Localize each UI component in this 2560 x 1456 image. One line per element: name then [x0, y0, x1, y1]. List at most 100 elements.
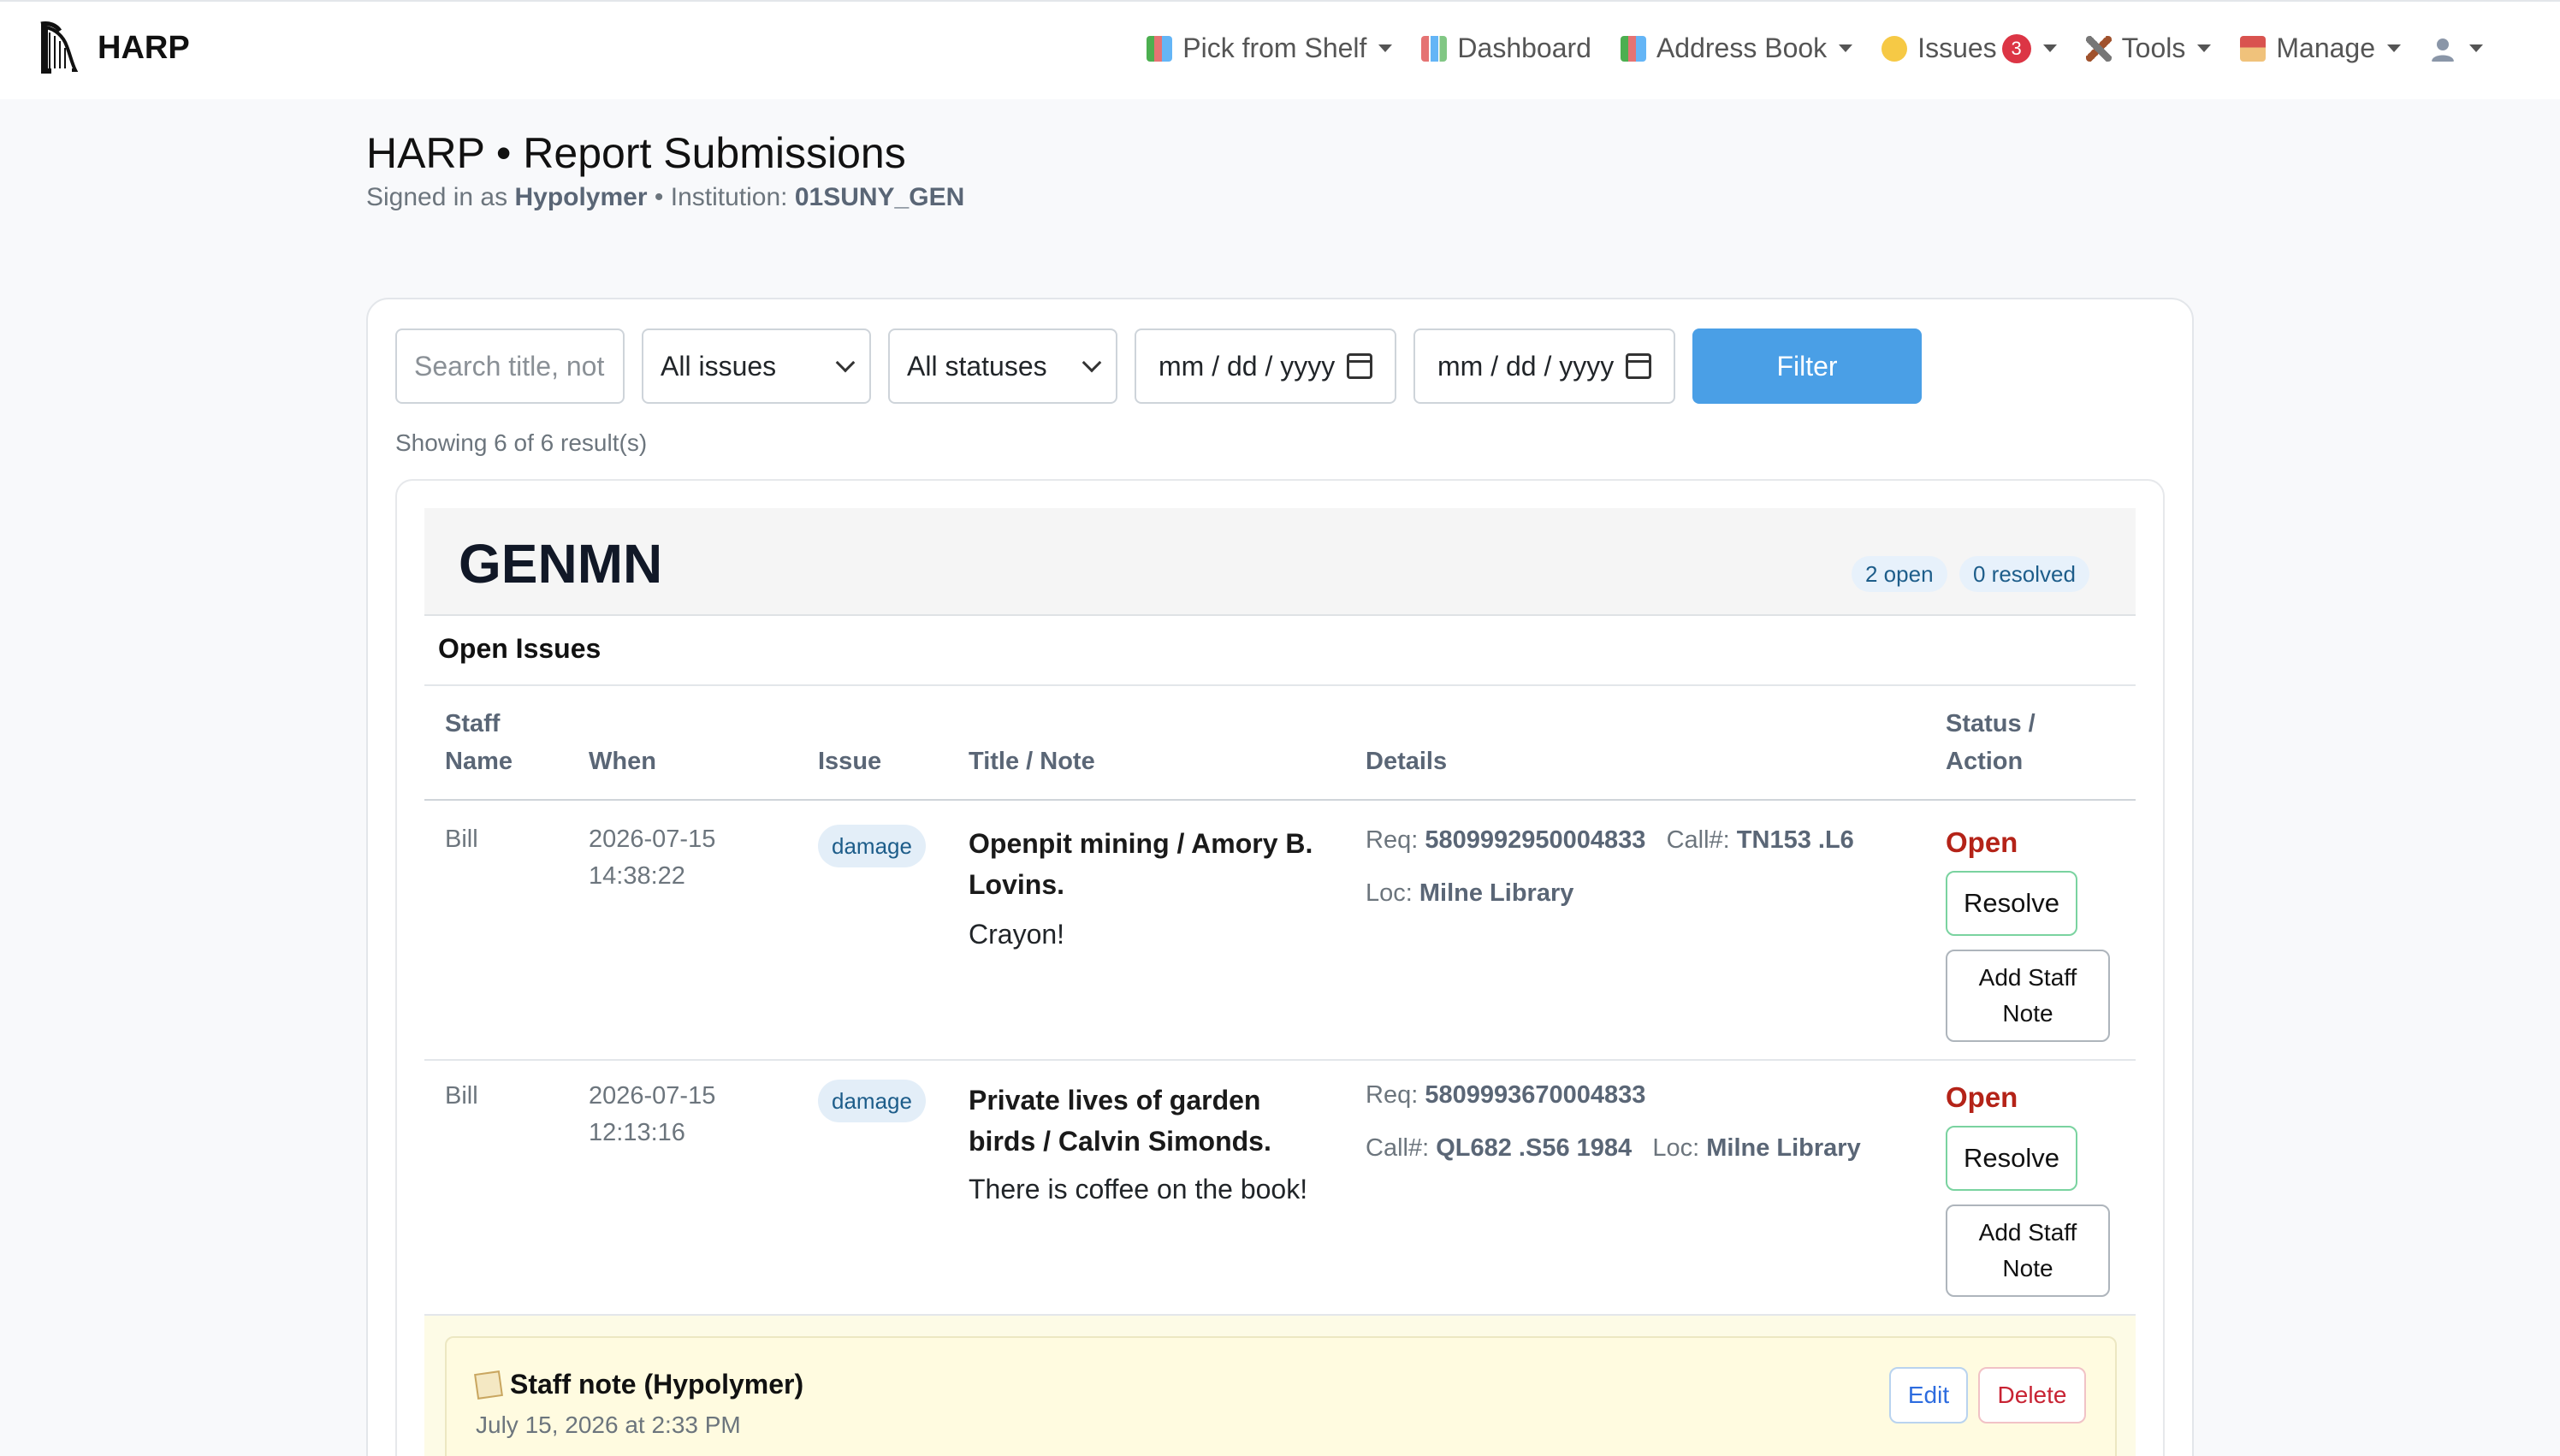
search-input[interactable]: Search title, not [395, 328, 625, 404]
row-title-line: Private lives of garden [969, 1085, 1261, 1116]
institution-group: GENMN 2 open 0 resolved Open Issues Staf… [395, 479, 2165, 1456]
col-label: Status / [1946, 710, 2036, 737]
nav-manage[interactable]: Manage [2240, 33, 2401, 64]
books-icon [1620, 35, 1646, 62]
date-to-input[interactable]: mm / dd / yyyy [1413, 328, 1675, 404]
chevron-down-icon [2042, 44, 2057, 52]
loc-label: Loc: [1652, 1134, 1700, 1162]
row-title-line: Openpit mining / Amory B. [969, 828, 1313, 859]
add-staff-note-button[interactable]: Add Staff Note [1946, 1204, 2110, 1297]
issue-tag: damage [818, 1080, 926, 1122]
issue-filter-select[interactable]: All issues [642, 328, 871, 404]
row-date: 2026-07-15 [589, 826, 716, 853]
button-label: Add Staff [1978, 1219, 2077, 1246]
col-status-action: Status / Action [1946, 705, 2036, 780]
chevron-down-icon [1081, 352, 1102, 373]
edit-note-button[interactable]: Edit [1889, 1367, 1968, 1423]
date-to-placeholder: mm / dd / yyyy [1437, 350, 1615, 382]
resolve-button[interactable]: Resolve [1946, 1126, 2077, 1191]
open-count-badge: 2 open [1852, 556, 1947, 592]
chevron-down-icon [2387, 44, 2401, 52]
books-icon [1147, 35, 1173, 62]
memo-icon [474, 1370, 503, 1400]
col-staff-name: Staff Name [445, 705, 513, 780]
row-details-line2: Call#: QL682 .S56 1984 Loc: Milne Librar… [1366, 1134, 1861, 1163]
button-label: Note [2002, 1255, 2053, 1281]
row-time: 14:38:22 [589, 862, 685, 890]
staff-note: Staff note (Hypolymer) July 15, 2026 at … [445, 1336, 2117, 1456]
nav-label: Tools [2121, 33, 2186, 63]
face-icon [1881, 35, 1908, 62]
row-note: There is coffee on the book! [969, 1174, 1308, 1204]
row-details-line2: Loc: Milne Library [1366, 879, 1573, 908]
col-details: Details [1366, 748, 1448, 775]
nav-label: Pick from Shelf [1182, 33, 1367, 63]
loc-value: Milne Library [1706, 1134, 1861, 1162]
add-staff-note-button[interactable]: Add Staff Note [1946, 950, 2110, 1042]
nav-label: Dashboard [1457, 33, 1591, 63]
status-label: Open [1946, 826, 2018, 858]
submissions-card: Search title, not All issues All statuse… [366, 298, 2194, 1456]
col-issue: Issue [818, 748, 882, 775]
signed-user: Hypolymer [514, 183, 648, 211]
nav-pick-from-shelf[interactable]: Pick from Shelf [1147, 33, 1393, 64]
req-label: Req: [1366, 1081, 1419, 1109]
divider [424, 684, 2136, 686]
section-title: Open Issues [438, 633, 601, 664]
delete-note-button[interactable]: Delete [1978, 1367, 2086, 1423]
call-value: TN153 .L6 [1736, 826, 1854, 854]
user-icon [2432, 38, 2454, 62]
date-from-input[interactable]: mm / dd / yyyy [1135, 328, 1396, 404]
staff-note-row: Staff note (Hypolymer) July 15, 2026 at … [424, 1316, 2136, 1456]
nav-user-menu[interactable] [2430, 36, 2483, 62]
nav-tools[interactable]: Tools [2085, 33, 2212, 64]
signed-sep: • [654, 183, 664, 211]
row-title-line: birds / Calvin Simonds. [969, 1126, 1271, 1157]
req-value: 5809992950004833 [1425, 826, 1646, 854]
divider [424, 799, 2136, 801]
issue-tag: damage [818, 825, 926, 867]
row-note: Crayon! [969, 919, 1065, 950]
nav-label: Manage [2276, 33, 2375, 63]
brand[interactable]: HARP [38, 21, 190, 75]
row-time: 12:13:16 [589, 1119, 685, 1146]
row-when: 2026-07-15 14:38:22 [589, 821, 715, 895]
button-label: Note [2002, 1000, 2053, 1027]
row-title[interactable]: Private lives of garden birds / Calvin S… [969, 1080, 1354, 1162]
chart-icon [1421, 35, 1448, 62]
button-label: Add Staff [1978, 964, 2077, 991]
filter-button[interactable]: Filter [1692, 328, 1922, 404]
loc-value: Milne Library [1419, 879, 1574, 907]
calendar-icon[interactable] [1347, 353, 1372, 379]
nav-dashboard[interactable]: Dashboard [1421, 33, 1591, 64]
col-label: Name [445, 748, 513, 775]
nav-issues[interactable]: Issues 3 [1881, 33, 2057, 64]
calendar-icon[interactable] [1626, 353, 1651, 379]
nav-label: Address Book [1656, 33, 1828, 63]
nav-label: Issues [1917, 33, 1997, 63]
navbar: HARP Pick from Shelf Dashboard Address B… [0, 0, 2560, 99]
col-label: Staff [445, 710, 501, 737]
status-filter-value: All statuses [907, 350, 1047, 382]
row-staff: Bill [445, 1082, 478, 1110]
staff-note-title: Staff note (Hypolymer) [474, 1369, 803, 1400]
resolve-button[interactable]: Resolve [1946, 871, 2077, 936]
call-label: Call#: [1666, 826, 1730, 854]
col-when: When [589, 748, 656, 775]
col-title-note: Title / Note [969, 748, 1095, 775]
row-details-line1: Req: 5809992950004833 Call#: TN153 .L6 [1366, 826, 1854, 855]
call-value: QL682 .S56 1984 [1436, 1134, 1633, 1162]
results-count: Showing 6 of 6 result(s) [395, 429, 648, 456]
date-from-placeholder: mm / dd / yyyy [1159, 350, 1336, 382]
house-icon [2240, 35, 2267, 62]
status-filter-select[interactable]: All statuses [888, 328, 1117, 404]
chevron-down-icon [2469, 44, 2483, 52]
row-title[interactable]: Openpit mining / Amory B. Lovins. [969, 823, 1354, 905]
nav-address-book[interactable]: Address Book [1620, 33, 1853, 64]
row-when: 2026-07-15 12:13:16 [589, 1078, 715, 1151]
chevron-down-icon [2197, 44, 2212, 52]
staff-note-date: July 15, 2026 at 2:33 PM [476, 1412, 741, 1438]
row-date: 2026-07-15 [589, 1082, 716, 1110]
page-title: HARP • Report Submissions [366, 129, 906, 177]
group-title: GENMN [459, 533, 663, 595]
